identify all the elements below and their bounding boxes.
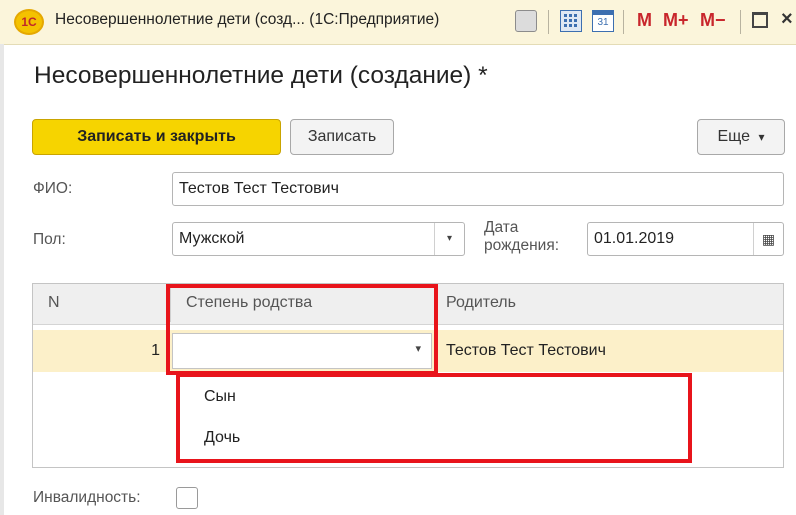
birth-date-value: 01.01.2019	[594, 230, 675, 247]
column-header-parent[interactable]: Родитель	[446, 294, 516, 312]
dropdown-option-daughter[interactable]: Дочь	[204, 429, 240, 447]
birth-date-field[interactable]: 01.01.2019 ▦	[587, 222, 784, 256]
save-button[interactable]: Записать	[290, 119, 394, 155]
relation-cell-editor[interactable]: ▾	[172, 333, 432, 369]
more-label: Еще	[717, 128, 751, 145]
dropdown-option-son[interactable]: Сын	[204, 388, 236, 406]
close-icon[interactable]: ×	[781, 8, 793, 31]
column-header-relation[interactable]: Степень родства	[186, 294, 312, 312]
left-border	[0, 44, 4, 515]
birth-date-label-line2: рождения:	[484, 237, 560, 254]
page-title: Несовершеннолетние дети (создание) *	[34, 62, 488, 89]
relation-dropdown-list	[179, 375, 687, 459]
calendar-icon[interactable]: 31	[592, 10, 614, 32]
toolbar-separator	[740, 10, 741, 34]
toolbar-separator	[623, 10, 624, 34]
save-and-close-button[interactable]: Записать и закрыть	[32, 119, 281, 155]
app-logo-icon: 1С	[14, 9, 44, 35]
window-title: Несовершеннолетние дети (созд... (1С:Пре…	[55, 11, 440, 28]
chevron-down-icon[interactable]: ▾	[434, 223, 464, 255]
chevron-down-icon: ▾	[758, 130, 765, 144]
birth-date-label-line1: Дата	[484, 219, 519, 236]
table-header	[33, 284, 783, 325]
calculator-icon[interactable]	[560, 10, 582, 32]
column-header-n[interactable]: N	[48, 294, 60, 312]
fio-label: ФИО:	[33, 180, 73, 197]
chevron-down-icon[interactable]: ▾	[415, 342, 421, 355]
memory-plus-button[interactable]: M+	[663, 10, 689, 31]
column-divider	[437, 288, 438, 322]
birth-date-label: Дата рождения:	[484, 219, 559, 255]
fio-field[interactable]: Тестов Тест Тестович	[172, 172, 784, 206]
disability-checkbox[interactable]	[176, 487, 198, 509]
memory-minus-button[interactable]: M−	[700, 10, 726, 31]
gender-select[interactable]: Мужской ▾	[172, 222, 465, 256]
toolbar-separator	[548, 10, 549, 34]
more-button[interactable]: Еще ▾	[697, 119, 785, 155]
gender-label: Пол:	[33, 231, 66, 248]
column-divider	[170, 288, 171, 322]
disability-label: Инвалидность:	[33, 489, 141, 506]
row-number: 1	[151, 342, 160, 359]
print-icon[interactable]	[515, 10, 537, 32]
parent-cell: Тестов Тест Тестович	[446, 342, 606, 359]
calendar-icon[interactable]: ▦	[753, 223, 783, 255]
memory-button[interactable]: M	[637, 10, 652, 31]
gender-value: Мужской	[179, 230, 245, 247]
maximize-icon[interactable]	[752, 12, 768, 28]
